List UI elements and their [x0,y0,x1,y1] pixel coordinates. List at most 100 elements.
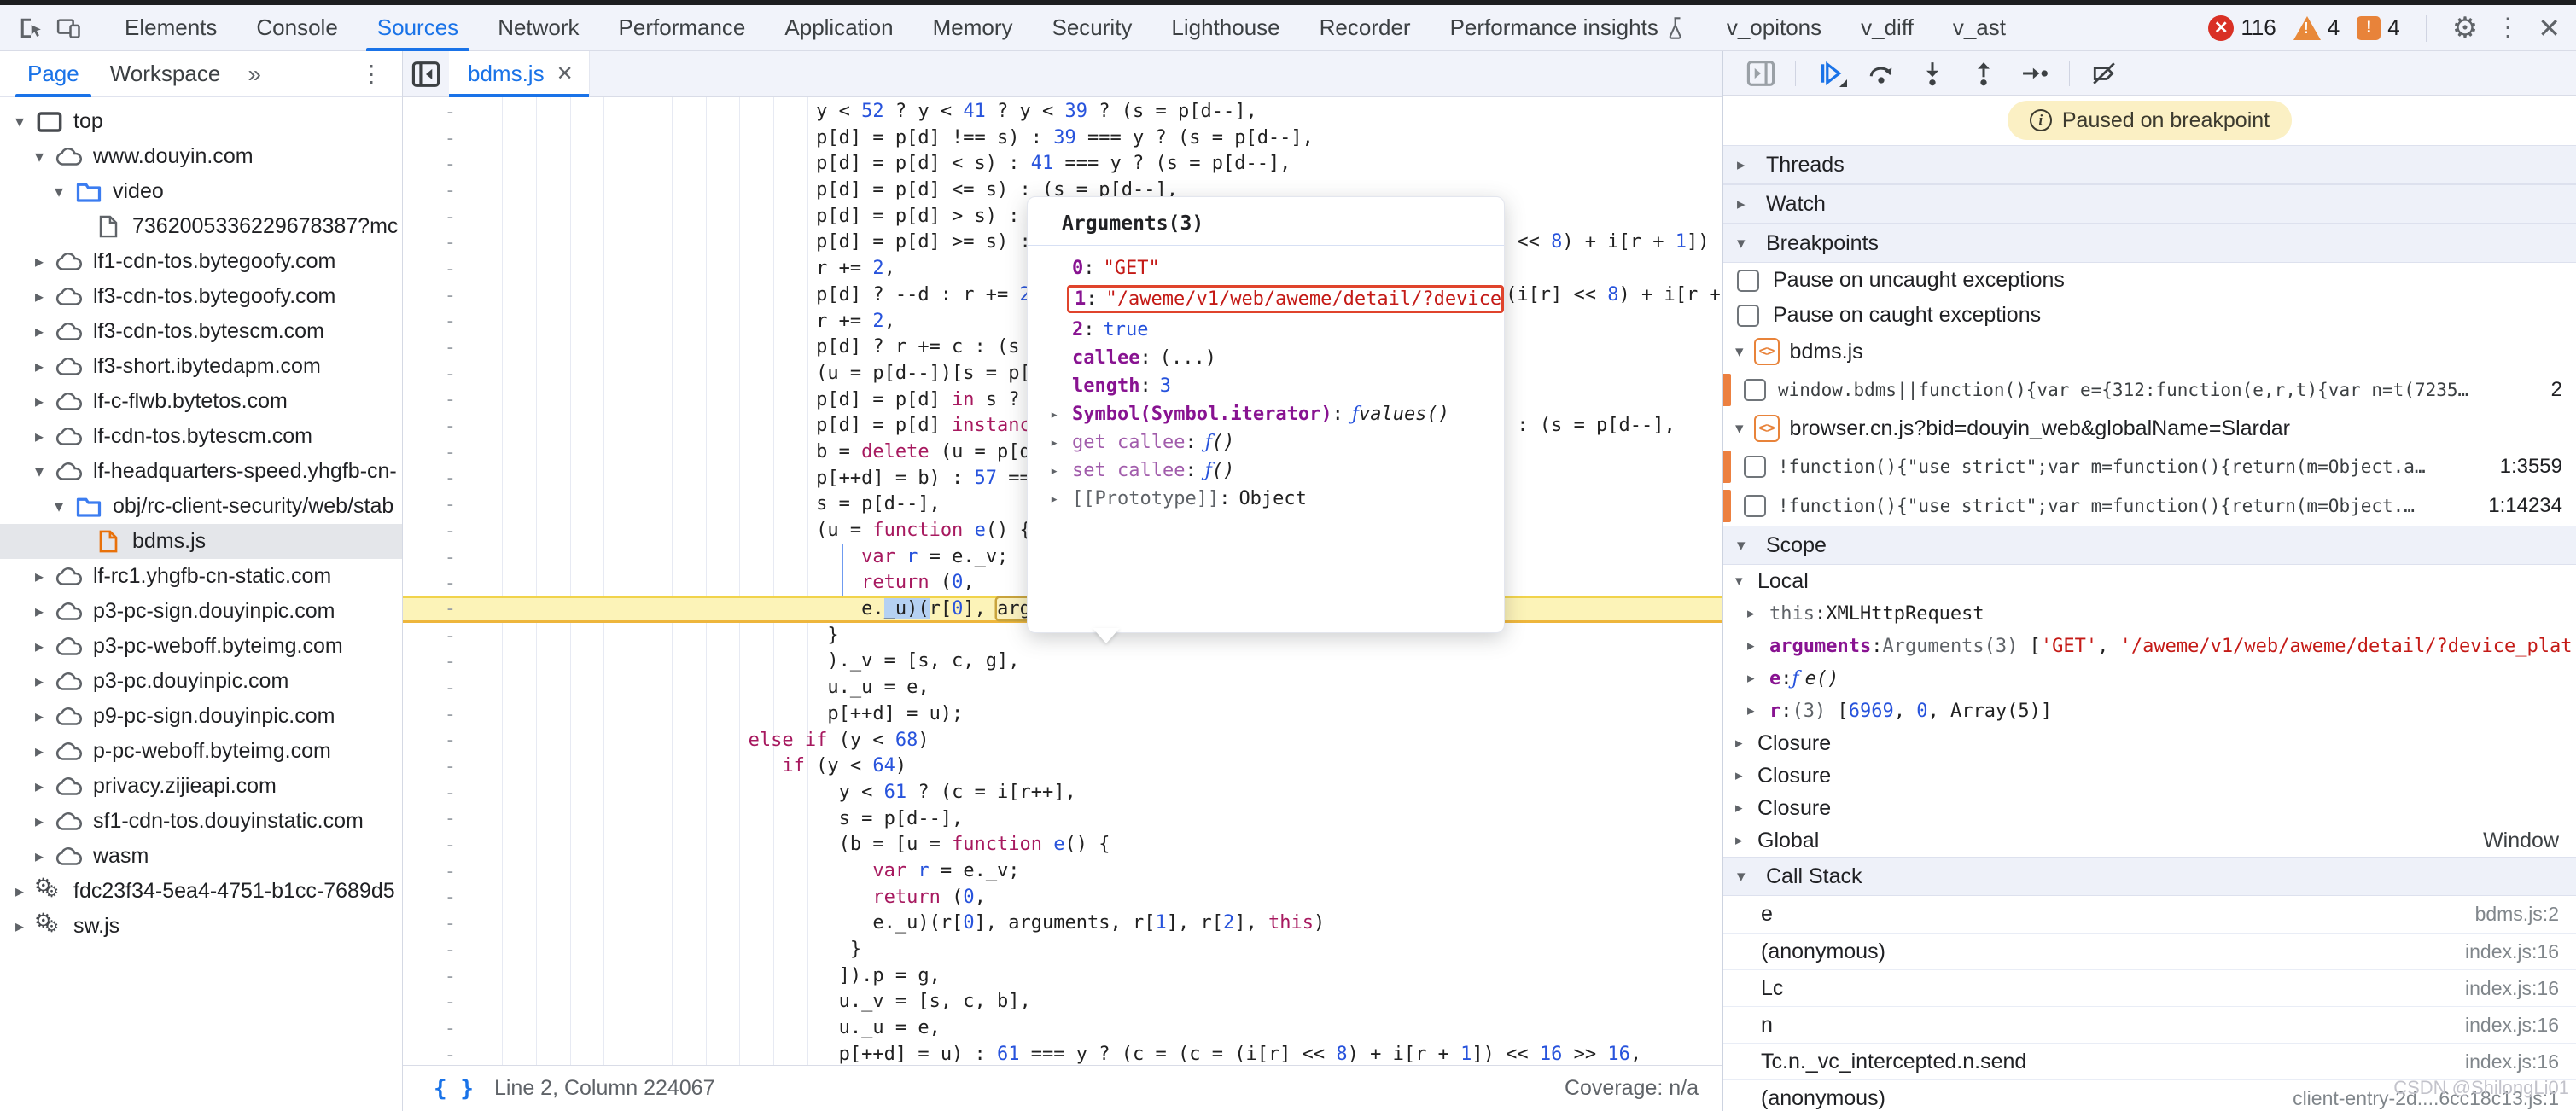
tree-item-lf-cdn-tos-bytescm-com[interactable]: ▸ lf-cdn-tos.bytescm.com [0,419,402,454]
section-breakpoints[interactable]: ▾ Breakpoints [1723,224,2576,263]
chevron-right-icon[interactable]: ▸ [26,776,52,797]
line-gutter[interactable]: - [403,416,488,437]
popup-property--Prototype-[interactable]: ▸ [[Prototype]]: Object [1050,485,1504,513]
device-toolbar-icon[interactable] [50,9,87,47]
tree-item-obj-rc-client-security-web-sta[interactable]: ▾ obj/rc-client-security/web/stab [0,489,402,524]
checkbox-uncaught[interactable] [1737,269,1759,292]
breakpoint-entry[interactable]: window.bdms||function(){var e={312:funct… [1723,370,2576,410]
code-line[interactable]: - s = p[d--], [403,806,1722,833]
popup-property-1[interactable]: 1: "/aweme/v1/web/aweme/detail/?device_pl [1050,282,1504,316]
line-gutter[interactable]: - [403,259,488,280]
tree-item-wasm[interactable]: ▸ wasm [0,839,402,874]
tab-workspace[interactable]: Workspace [95,51,236,97]
line-gutter[interactable]: - [403,651,488,672]
main-tab-recorder[interactable]: Recorder [1300,5,1431,51]
tree-item-sf1-cdn-tos-douyinstatic-com[interactable]: ▸ sf1-cdn-tos.douyinstatic.com [0,804,402,839]
code-line[interactable]: - e._u)(r[0], arguments, r[1], r[2], thi… [403,910,1722,937]
popup-property-callee[interactable]: callee: (...) [1050,344,1504,372]
tree-item-p3-pc-douyinpic-com[interactable]: ▸ p3-pc.douyinpic.com [0,664,402,699]
chevron-right-icon[interactable]: ▸ [26,426,52,447]
step-icon[interactable] [2013,55,2057,92]
chevron-right-icon[interactable]: ▸ [26,671,52,692]
code-line[interactable]: - var r = e._v; [403,858,1722,885]
chevron-right-icon[interactable]: ▸ [1050,491,1072,508]
section-threads[interactable]: ▸ Threads [1723,145,2576,184]
code-line[interactable]: - ]).p = g, [403,963,1722,990]
tree-item-7362005336229678387-mc[interactable]: 7362005336229678387?mc [0,209,402,244]
breakpoint-entry[interactable]: !function(){"use strict";var m=function(… [1723,447,2576,486]
editor-tab-bdms[interactable]: bdms.js ✕ [449,51,590,97]
main-tab-v-diff[interactable]: v_diff [1841,5,1933,51]
pause-caught-row[interactable]: Pause on caught exceptions [1723,298,2576,333]
scope-row-closure[interactable]: ▸ Closure [1723,727,2576,759]
code-line[interactable]: - p[++d] = u); [403,701,1722,728]
tree-item-sw-js[interactable]: ▸ ⚙ ⚙ sw.js [0,909,402,944]
line-gutter[interactable]: - [403,468,488,489]
tree-item-www-douyin-com[interactable]: ▾ www.douyin.com [0,139,402,174]
line-gutter[interactable]: - [403,206,488,228]
main-tab-sources[interactable]: Sources [358,5,478,51]
code-line[interactable]: - if (y < 64) [403,753,1722,780]
line-gutter[interactable]: - [403,913,488,934]
tree-item-lf3-cdn-tos-bytegoofy-com[interactable]: ▸ lf3-cdn-tos.bytegoofy.com [0,279,402,314]
line-gutter[interactable]: - [403,887,488,908]
main-tab-performance[interactable]: Performance [599,5,766,51]
line-gutter[interactable]: - [403,494,488,515]
step-into-icon[interactable] [1910,55,1955,92]
chevron-right-icon[interactable]: ▸ [1747,605,1769,622]
line-gutter[interactable]: - [403,678,488,699]
callstack-frame-5[interactable]: Tc.n._vc_intercepted.n.send index.js:16 [1723,1043,2576,1079]
chevron-right-icon[interactable]: ▸ [1735,735,1757,752]
line-gutter[interactable]: - [403,337,488,358]
tree-item-lf3-short-ibytedapm-com[interactable]: ▸ lf3-short.ibytedapm.com [0,349,402,384]
chevron-down-icon[interactable]: ▾ [7,111,32,132]
line-gutter[interactable]: - [403,364,488,385]
line-gutter[interactable]: - [403,861,488,882]
line-gutter[interactable]: - [403,598,488,619]
editor-tab-close-icon[interactable]: ✕ [557,61,574,86]
chevron-right-icon[interactable]: ▸ [26,706,52,727]
line-gutter[interactable]: - [403,311,488,332]
line-gutter[interactable]: - [403,128,488,149]
line-gutter[interactable]: - [403,756,488,777]
main-tab-network[interactable]: Network [478,5,598,51]
close-devtools-icon[interactable]: ✕ [2538,12,2561,44]
chevron-right-icon[interactable]: ▸ [1050,406,1072,423]
code-line[interactable]: - )._v = [s, c, g], [403,649,1722,675]
line-gutter[interactable]: - [403,180,488,201]
step-out-icon[interactable] [1961,55,2006,92]
inspect-icon[interactable] [12,9,50,47]
scope-row-closure[interactable]: ▸ Closure [1723,792,2576,824]
line-gutter[interactable]: - [403,835,488,856]
chevron-right-icon[interactable]: ▸ [26,846,52,867]
line-gutter[interactable]: - [403,389,488,410]
chevron-right-icon[interactable]: ▸ [26,321,52,342]
breakpoint-group-bdms.js[interactable]: ▾ <> bdms.js [1723,333,2576,370]
line-gutter[interactable]: - [403,966,488,987]
code-line[interactable]: - p[d] = p[d] !== s) : 39 === y ? (s = p… [403,125,1722,152]
scope-row-this[interactable]: ▸ this: XMLHttpRequest [1723,597,2576,630]
popup-property-length[interactable]: length:3 [1050,372,1504,400]
line-gutter[interactable]: - [403,102,488,123]
line-gutter[interactable]: - [403,782,488,804]
settings-gear-icon[interactable]: ⚙ [2452,11,2478,45]
breakpoint-checkbox[interactable] [1744,379,1766,401]
main-tab-console[interactable]: Console [236,5,357,51]
code-line[interactable]: - } [403,937,1722,963]
main-tab-v-opitons[interactable]: v_opitons [1707,5,1841,51]
tree-item-fdc23f34-5ea4-4751-b1cc-7689d5[interactable]: ▸ ⚙ ⚙ fdc23f34-5ea4-4751-b1cc-7689d5 [0,874,402,909]
section-callstack[interactable]: ▾ Call Stack [1723,857,2576,896]
chevron-down-icon[interactable]: ▾ [46,496,72,517]
popup-property-Symbol-Symbol-iterator-[interactable]: ▸ Symbol(Symbol.iterator): ƒ values() [1050,400,1504,428]
chevron-right-icon[interactable]: ▸ [1735,767,1757,784]
main-tab-security[interactable]: Security [1033,5,1152,51]
chevron-right-icon[interactable]: ▸ [7,916,32,937]
scope-row-global[interactable]: ▸ Global Window [1723,824,2576,857]
toggle-navigator-icon[interactable] [403,51,449,97]
chevron-right-icon[interactable]: ▸ [26,356,52,377]
scope-row-arguments[interactable]: ▸ arguments: Arguments(3) ['GET', '/aweme… [1723,630,2576,662]
popup-property-set-callee[interactable]: ▸ set callee: ƒ () [1050,457,1504,485]
scope-row-e[interactable]: ▸ e: ƒ e() [1723,662,2576,695]
chevron-right-icon[interactable]: ▸ [26,811,52,832]
code-line[interactable]: - y < 61 ? (c = i[r++], [403,780,1722,806]
